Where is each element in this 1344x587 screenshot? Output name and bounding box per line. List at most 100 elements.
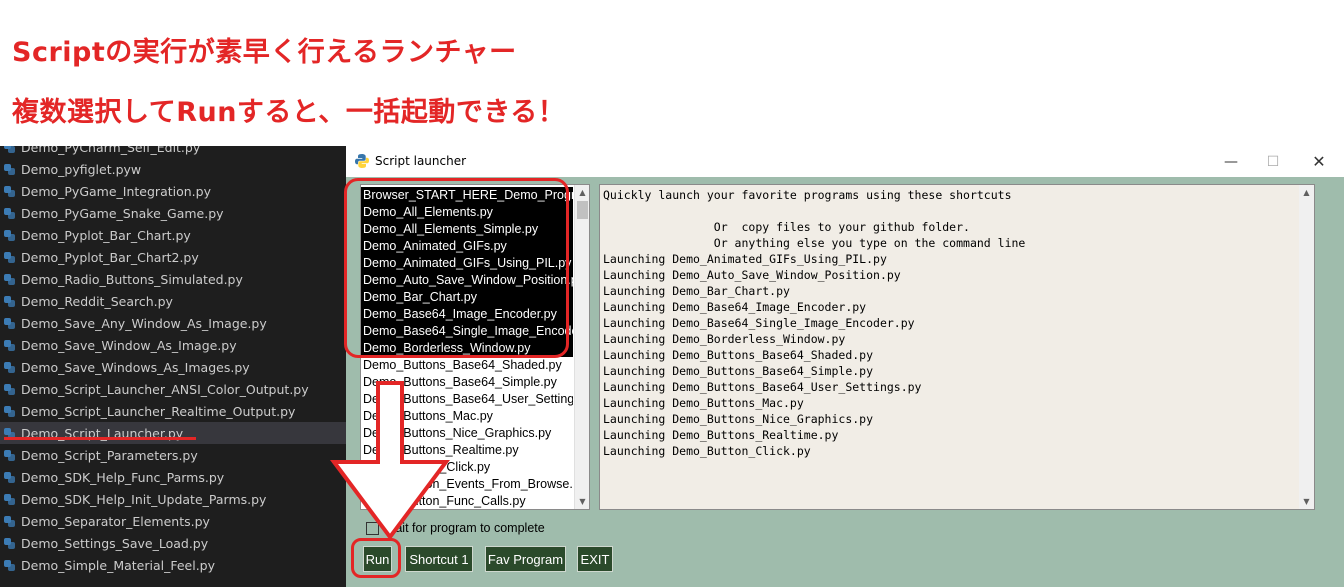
file-label: Demo_Settings_Save_Load.py <box>21 535 209 551</box>
shortcut-button[interactable]: Shortcut 1 <box>405 546 473 572</box>
file-item[interactable]: Demo_Pyplot_Bar_Chart2.py <box>0 246 346 268</box>
listbox-item[interactable]: Demo_Buttons_Nice_Graphics.py <box>361 425 573 442</box>
listbox-item[interactable]: Demo_Button_Events_From_Browse.py <box>361 476 573 493</box>
python-file-icon <box>4 361 15 373</box>
exit-button[interactable]: EXIT <box>577 546 613 572</box>
headline-subtitle: 複数選択してRunすると、一括起動できる！ <box>12 97 566 128</box>
file-item[interactable]: Demo_Separator_Elements.py <box>0 510 346 532</box>
file-item[interactable]: Demo_pyfiglet.pyw <box>0 158 346 180</box>
wait-checkbox[interactable] <box>366 521 379 535</box>
fav-program-button[interactable]: Fav Program <box>485 546 566 572</box>
title-bar: Script launcher — ☐ ✕ <box>346 146 1344 177</box>
wait-option[interactable]: Wait for program to complete <box>366 520 545 536</box>
scroll-up-arrow-icon[interactable]: ▲ <box>575 185 589 200</box>
listbox-item[interactable]: Demo_All_Elements.py <box>361 204 573 221</box>
file-item[interactable]: Demo_SDK_Help_Init_Update_Parms.py <box>0 488 346 510</box>
file-item[interactable]: Demo_Settings_Save_Load.py <box>0 532 346 554</box>
window-title: Script launcher <box>375 154 467 168</box>
file-label: Demo_pyfiglet.pyw <box>21 161 142 177</box>
file-label: Demo_PyGame_Integration.py <box>21 183 211 199</box>
file-label: Demo_Reddit_Search.py <box>21 293 173 309</box>
file-item[interactable]: Demo_Script_Launcher.py <box>0 422 346 444</box>
output-line: Launching Demo_Bar_Chart.py <box>603 284 790 298</box>
file-item[interactable]: Demo_Save_Any_Window_As_Image.py <box>0 312 346 334</box>
maximize-button[interactable]: ☐ <box>1250 146 1296 177</box>
listbox-item[interactable]: Demo_Base64_Single_Image_Encoder.py <box>361 323 573 340</box>
scroll-thumb[interactable] <box>577 201 588 219</box>
file-item[interactable]: Demo_Script_Launcher_ANSI_Color_Output.p… <box>0 378 346 400</box>
scroll-down-arrow-icon[interactable]: ▼ <box>575 494 589 509</box>
file-item[interactable]: Demo_Radio_Buttons_Simulated.py <box>0 268 346 290</box>
listbox-item[interactable]: Demo_Base64_Image_Encoder.py <box>361 306 573 323</box>
listbox-item[interactable]: Demo_Animated_GIFs.py <box>361 238 573 255</box>
listbox-item[interactable]: Demo_Bar_Chart.py <box>361 289 573 306</box>
python-file-icon <box>4 405 15 417</box>
output-line: Launching Demo_Buttons_Nice_Graphics.py <box>603 412 874 426</box>
file-item[interactable]: Demo_Reddit_Search.py <box>0 290 346 312</box>
python-file-icon <box>4 317 15 329</box>
listbox-item[interactable]: Demo_Animated_GIFs_Using_PIL.py <box>361 255 573 272</box>
python-file-icon <box>4 185 15 197</box>
output-scrollbar[interactable]: ▲ ▼ <box>1299 185 1314 509</box>
python-file-icon <box>4 273 15 285</box>
output-line: Or copy files to your github folder. <box>603 220 970 234</box>
file-label: Demo_PyCharm_Self_Edit.py <box>21 146 201 155</box>
python-file-icon <box>4 295 15 307</box>
file-label: Demo_SDK_Help_Func_Parms.py <box>21 469 225 485</box>
file-label: Demo_Simple_Material_Feel.py <box>21 557 216 573</box>
file-label: Demo_PyGame_Snake_Game.py <box>21 205 224 221</box>
minimize-button[interactable]: — <box>1208 146 1254 177</box>
listbox-scrollbar[interactable]: ▲ ▼ <box>574 185 589 509</box>
file-item[interactable]: Demo_Script_Launcher_Realtime_Output.py <box>0 400 346 422</box>
python-file-icon <box>4 229 15 241</box>
file-label: Demo_Script_Launcher_ANSI_Color_Output.p… <box>21 381 309 397</box>
scroll-down-arrow-icon[interactable]: ▼ <box>1299 494 1314 509</box>
listbox-item[interactable]: Demo_Buttons_Realtime.py <box>361 442 573 459</box>
output-line: Launching Demo_Buttons_Base64_Simple.py <box>603 364 874 378</box>
listbox-item[interactable]: Demo_Buttons_Base64_Simple.py <box>361 374 573 391</box>
file-label: Demo_Separator_Elements.py <box>21 513 210 529</box>
listbox-item[interactable]: Demo_Buttons_Mac.py <box>361 408 573 425</box>
python-file-icon <box>4 449 15 461</box>
output-line: Launching Demo_Buttons_Mac.py <box>603 396 804 410</box>
file-label: Demo_Pyplot_Bar_Chart2.py <box>21 249 199 265</box>
run-button[interactable]: Run <box>363 546 392 572</box>
script-launcher-window: Script launcher — ☐ ✕ Demo_Button_Func_C… <box>346 146 1344 587</box>
file-label: Demo_Save_Any_Window_As_Image.py <box>21 315 267 331</box>
scroll-up-arrow-icon[interactable]: ▲ <box>1299 185 1314 200</box>
file-item[interactable]: Demo_Save_Windows_As_Images.py <box>0 356 346 378</box>
file-item[interactable]: Demo_Save_Window_As_Image.py <box>0 334 346 356</box>
file-item-partial[interactable]: Demo_PyCharm_Self_Edit.py <box>0 146 346 158</box>
python-file-icon <box>4 471 15 483</box>
close-button[interactable]: ✕ <box>1296 146 1342 177</box>
file-item[interactable]: Demo_PyGame_Snake_Game.py <box>0 202 346 224</box>
output-console[interactable]: Launching Demo_Button_Click.py Launching … <box>599 184 1315 510</box>
python-file-icon <box>4 559 15 571</box>
file-item[interactable]: Demo_Pyplot_Bar_Chart.py <box>0 224 346 246</box>
program-listbox[interactable]: Demo_Button_Func_Calls.py Demo_Button_Eve… <box>360 184 590 510</box>
file-item[interactable]: Demo_PyGame_Integration.py <box>0 180 346 202</box>
python-file-icon <box>4 146 15 153</box>
python-file-icon <box>4 383 15 395</box>
file-label: Demo_Script_Parameters.py <box>21 447 198 463</box>
listbox-item[interactable]: Demo_Borderless_Window.py <box>361 340 573 357</box>
file-item[interactable]: Demo_SDK_Help_Func_Parms.py <box>0 466 346 488</box>
file-explorer: Demo_PyCharm_Self_Edit.py Demo_pyfiglet.… <box>0 146 346 587</box>
listbox-item[interactable]: Demo_Button_Click.py <box>361 459 573 476</box>
listbox-item[interactable]: Demo_Button_Func_Calls.py <box>361 493 573 509</box>
output-line: Launching Demo_Buttons_Base64_User_Setti… <box>603 380 922 394</box>
output-line: Launching Demo_Base64_Image_Encoder.py <box>603 300 867 314</box>
file-item[interactable]: Demo_Script_Parameters.py <box>0 444 346 466</box>
listbox-item[interactable]: Demo_Buttons_Base64_Shaded.py <box>361 357 573 374</box>
file-label: Demo_Radio_Buttons_Simulated.py <box>21 271 243 287</box>
file-item[interactable]: Demo_Simple_Material_Feel.py <box>0 554 346 576</box>
listbox-item[interactable]: Demo_Auto_Save_Window_Position.py <box>361 272 573 289</box>
listbox-item[interactable]: Demo_Buttons_Base64_User_Settings.py <box>361 391 573 408</box>
listbox-item[interactable]: Browser_START_HERE_Demo_Programs.py <box>361 187 573 204</box>
output-line: Quickly launch your favorite programs us… <box>603 188 1012 202</box>
selection-underline-annotation <box>4 437 196 440</box>
output-line: Launching Demo_Auto_Save_Window_Position… <box>603 268 901 282</box>
wait-checkbox-label: Wait for program to complete <box>384 521 545 535</box>
listbox-item[interactable]: Demo_All_Elements_Simple.py <box>361 221 573 238</box>
python-file-icon <box>4 207 15 219</box>
